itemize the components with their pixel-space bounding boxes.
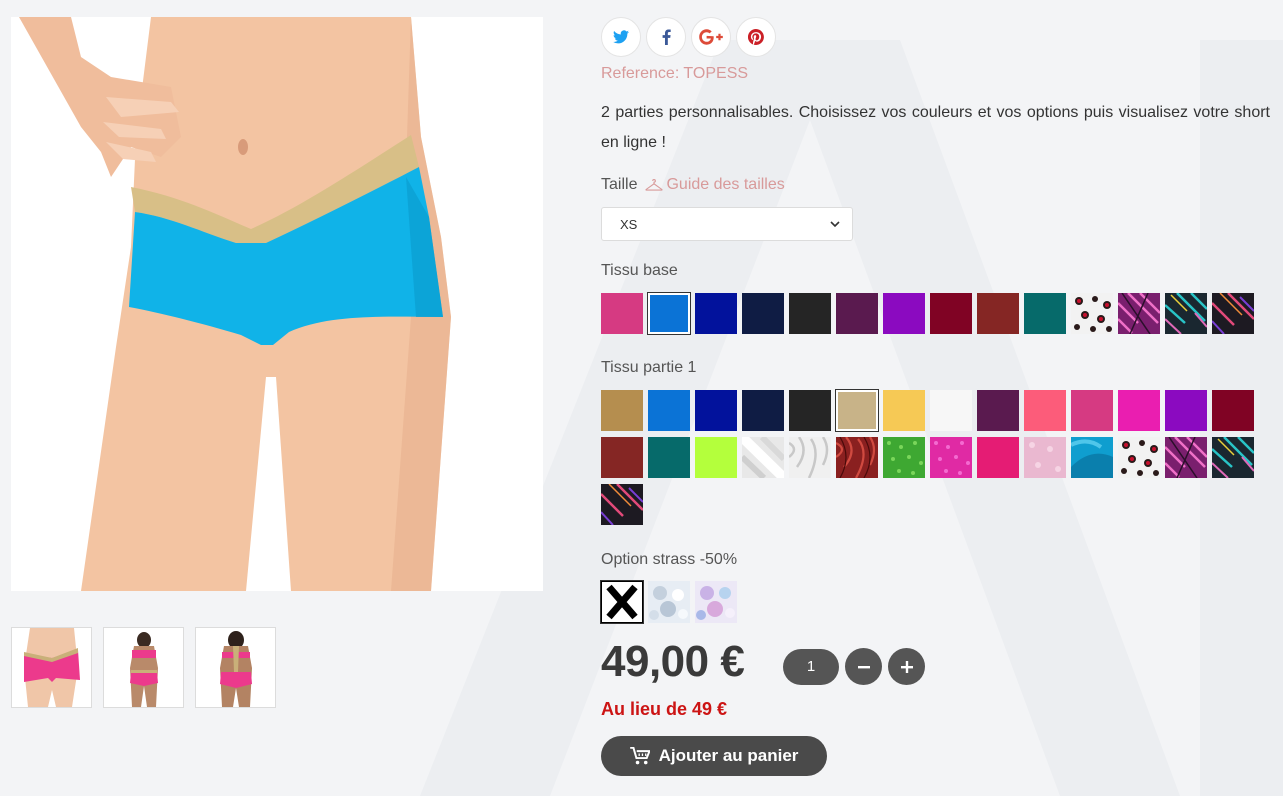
quantity-increase-button[interactable] (888, 648, 925, 685)
tissu-partie-1-label: Tissu partie 1 (601, 359, 697, 376)
tissu-partie-1-swatch-7[interactable] (883, 390, 925, 431)
tissu-partie-1-swatch-19[interactable] (789, 437, 831, 478)
strass-option-crystal-clear[interactable] (648, 581, 690, 623)
tissu-base-swatch-7[interactable] (883, 293, 925, 334)
tissu-partie-1-swatch-11[interactable] (1071, 390, 1113, 431)
tissu-base-swatch-6[interactable] (836, 293, 878, 334)
tissu-base-swatch-8[interactable] (930, 293, 972, 334)
share-twitter-button[interactable] (601, 17, 641, 57)
tissu-base-swatch-12[interactable] (1118, 293, 1160, 334)
cart-icon (629, 747, 650, 765)
strass-option-none[interactable] (600, 580, 644, 624)
tissu-base-swatch-4[interactable] (742, 293, 784, 334)
tissu-partie-1-swatch-28[interactable] (1212, 437, 1254, 478)
tissu-partie-1-swatch-3[interactable] (695, 390, 737, 431)
tissu-partie-1-swatch-6[interactable] (835, 389, 879, 432)
size-select[interactable]: XS (601, 207, 853, 241)
tissu-partie-1-swatch-16[interactable] (648, 437, 690, 478)
tissu-base-swatch-13[interactable] (1165, 293, 1207, 334)
tissu-partie-1-swatch-1[interactable] (601, 390, 643, 431)
tissu-base-swatch-1[interactable] (601, 293, 643, 334)
tissu-partie-1-swatch-21[interactable] (883, 437, 925, 478)
tissu-base-swatch-11[interactable] (1071, 293, 1113, 334)
tissu-base-swatch-14[interactable] (1212, 293, 1254, 334)
share-facebook-button[interactable] (646, 17, 686, 57)
size-label: Taille (601, 176, 638, 193)
tissu-partie-1-swatch-18[interactable] (742, 437, 784, 478)
size-guide-link[interactable]: Guide des tailles (645, 176, 785, 194)
share-pinterest-button[interactable] (736, 17, 776, 57)
tissu-base-label: Tissu base (601, 262, 678, 279)
pinterest-icon (748, 29, 764, 45)
quantity-decrease-button[interactable] (845, 648, 882, 685)
tissu-partie-1-swatch-4[interactable] (742, 390, 784, 431)
strass-option-crystal-ab[interactable] (695, 581, 737, 623)
size-select-value: XS (620, 216, 638, 232)
tissu-base-swatch-9[interactable] (977, 293, 1019, 334)
product-thumbnail-1[interactable] (11, 627, 92, 708)
tissu-partie-1-swatch-2[interactable] (648, 390, 690, 431)
tissu-partie-1-swatch-15[interactable] (601, 437, 643, 478)
tissu-base-swatch-3[interactable] (695, 293, 737, 334)
tissu-base-swatch-5[interactable] (789, 293, 831, 334)
tissu-partie-1-swatch-13[interactable] (1165, 390, 1207, 431)
tissu-partie-1-swatch-5[interactable] (789, 390, 831, 431)
tissu-base-swatches (601, 292, 1269, 335)
strass-label: Option strass -50% (601, 551, 738, 568)
product-reference: Reference: TOPESS (601, 65, 749, 82)
quantity-input[interactable]: 1 (783, 648, 839, 685)
tissu-partie-1-swatch-29[interactable] (601, 484, 643, 525)
tissu-partie-1-swatch-9[interactable] (977, 390, 1019, 431)
tissu-base-swatch-10[interactable] (1024, 293, 1066, 334)
twitter-icon (613, 30, 629, 44)
product-thumbnail-2[interactable] (103, 627, 184, 708)
tissu-partie-1-swatch-14[interactable] (1212, 390, 1254, 431)
product-price: 49,00 € (601, 637, 745, 686)
tissu-partie-1-swatches (601, 389, 1269, 525)
share-google-plus-button[interactable] (691, 17, 731, 57)
size-guide-label: Guide des tailles (666, 176, 785, 193)
hanger-icon (645, 178, 664, 191)
tissu-partie-1-swatch-10[interactable] (1024, 390, 1066, 431)
tissu-partie-1-swatch-8[interactable] (930, 390, 972, 431)
tissu-partie-1-swatch-17[interactable] (695, 437, 737, 478)
tissu-partie-1-swatch-26[interactable] (1118, 437, 1160, 478)
old-price: Au lieu de 49 € (601, 699, 728, 719)
tissu-partie-1-swatch-12[interactable] (1118, 390, 1160, 431)
add-to-cart-button[interactable]: Ajouter au panier (601, 736, 827, 776)
product-main-image[interactable] (11, 17, 543, 591)
google-plus-icon (699, 29, 723, 45)
tissu-partie-1-swatch-25[interactable] (1071, 437, 1113, 478)
chevron-down-icon (830, 221, 840, 228)
tissu-partie-1-swatch-23[interactable] (977, 437, 1019, 478)
tissu-partie-1-swatch-20[interactable] (836, 437, 878, 478)
tissu-partie-1-swatch-27[interactable] (1165, 437, 1207, 478)
product-thumbnail-3[interactable] (195, 627, 276, 708)
minus-icon (857, 665, 870, 668)
tissu-base-swatch-2[interactable] (647, 292, 691, 335)
product-description: 2 parties personnalisables. Choisissez v… (601, 104, 1270, 151)
tissu-partie-1-swatch-24[interactable] (1024, 437, 1066, 478)
facebook-icon (662, 29, 671, 45)
plus-icon (900, 660, 913, 673)
add-to-cart-label: Ajouter au panier (658, 746, 799, 765)
tissu-partie-1-swatch-22[interactable] (930, 437, 972, 478)
